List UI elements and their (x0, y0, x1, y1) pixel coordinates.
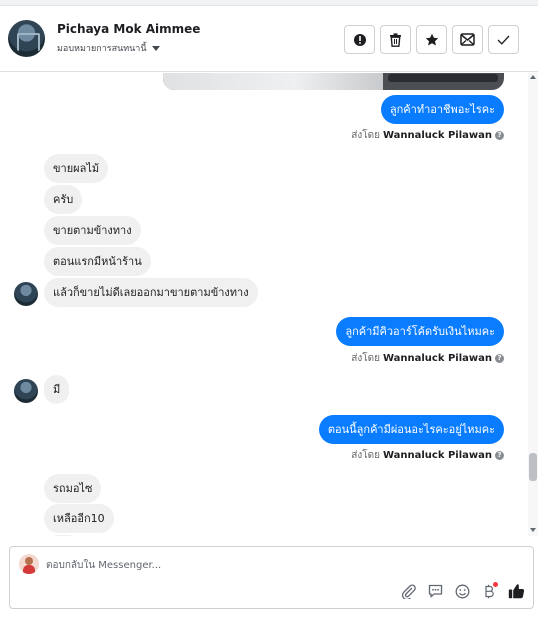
assign-label: มอบหมายการสนทนานี้ (57, 44, 147, 54)
help-icon[interactable]: ? (495, 354, 504, 363)
header-actions (344, 25, 519, 54)
message-bubble-incoming[interactable]: ขายผลไม้ (44, 154, 109, 183)
sender-name[interactable]: Wannaluck Pilawan (383, 353, 492, 364)
sent-by-line: ส่งโดย Wannaluck Pilawan ? (351, 351, 504, 366)
sent-by-line: ส่งโดย Wannaluck Pilawan ? (351, 448, 504, 463)
conversation-header: Pichaya Mok Aimmee มอบหมายการสนทนานี้ (0, 6, 538, 72)
check-icon (497, 35, 510, 45)
contact-name[interactable]: Pichaya Mok Aimmee (57, 22, 200, 36)
sent-by-label: ส่งโดย (351, 450, 380, 461)
assign-conversation-dropdown[interactable]: มอบหมายการสนทนานี้ (57, 41, 160, 55)
star-button[interactable] (416, 25, 447, 54)
message-bubble-outgoing[interactable]: ตอนนี้ลูกค้ามีผ่อนอะไรคะอยู่ไหมคะ (318, 415, 504, 444)
payment-button[interactable] (480, 582, 498, 600)
saved-reply-icon (428, 584, 442, 598)
help-icon[interactable]: ? (495, 131, 504, 140)
photo-area-dark (388, 74, 498, 82)
delete-button[interactable] (380, 25, 411, 54)
contact-avatar-small[interactable] (14, 379, 38, 403)
message-bubble-outgoing[interactable]: ลูกค้ามีคิวอาร์โค้ดรับเงินไหมคะ (336, 317, 504, 346)
message-bubble-incoming-partial[interactable] (44, 535, 82, 536)
message-bubble-incoming[interactable]: แล้วก็ขายไม่ดีเลยออกมาขายตามข้างทาง (44, 278, 258, 307)
message-bubble-incoming[interactable]: ครับ (44, 185, 83, 214)
emoji-button[interactable] (453, 582, 471, 600)
page-avatar (19, 554, 39, 574)
composer-tools (399, 582, 525, 600)
star-icon (425, 33, 438, 45)
sender-name[interactable]: Wannaluck Pilawan (383, 450, 492, 461)
scroll-down-icon[interactable] (530, 528, 536, 532)
sent-by-label: ส่งโดย (351, 353, 380, 364)
emoji-icon (455, 584, 469, 598)
mark-spam-button[interactable] (344, 25, 375, 54)
sent-by-label: ส่งโดย (351, 130, 380, 141)
like-button[interactable] (507, 582, 525, 600)
sent-by-line: ส่งโดย Wannaluck Pilawan ? (351, 128, 504, 143)
reply-input[interactable] (46, 557, 446, 573)
message-bubble-outgoing[interactable]: ลูกค้าทำอาชีพอะไรคะ (380, 95, 504, 124)
like-icon (508, 584, 524, 599)
attachment-icon (401, 583, 416, 599)
message-thread: ลูกค้าทำอาชีพอะไรคะ ส่งโดย Wannaluck Pil… (0, 73, 528, 536)
unread-icon (460, 33, 475, 46)
message-bubble-incoming[interactable]: รถมอไซ (44, 474, 102, 503)
shared-photo[interactable] (163, 73, 504, 90)
message-bubble-incoming[interactable]: ตอนแรกมีหน้าร้าน (44, 247, 151, 276)
caret-down-icon (151, 45, 160, 51)
message-bubble-incoming[interactable]: เหลืออีก10 (44, 504, 114, 533)
spam-icon (353, 33, 366, 46)
message-bubble-incoming[interactable]: ขายตามข้างทาง (44, 216, 141, 245)
photo-area-light (163, 73, 383, 90)
notification-dot (493, 582, 498, 587)
reply-composer (9, 546, 534, 609)
trash-icon (390, 32, 401, 47)
contact-avatar-small[interactable] (14, 282, 38, 306)
help-icon[interactable]: ? (495, 451, 504, 460)
sender-name[interactable]: Wannaluck Pilawan (383, 130, 492, 141)
saved-replies-button[interactable] (426, 582, 444, 600)
mark-unread-button[interactable] (452, 25, 483, 54)
chat-scrollbar[interactable] (528, 73, 538, 536)
scroll-up-icon[interactable] (530, 75, 536, 79)
scroll-thumb[interactable] (529, 453, 537, 481)
contact-avatar[interactable] (8, 20, 45, 57)
mark-done-button[interactable] (488, 25, 519, 54)
attach-button[interactable] (399, 582, 417, 600)
message-bubble-incoming[interactable]: มี (44, 375, 70, 404)
